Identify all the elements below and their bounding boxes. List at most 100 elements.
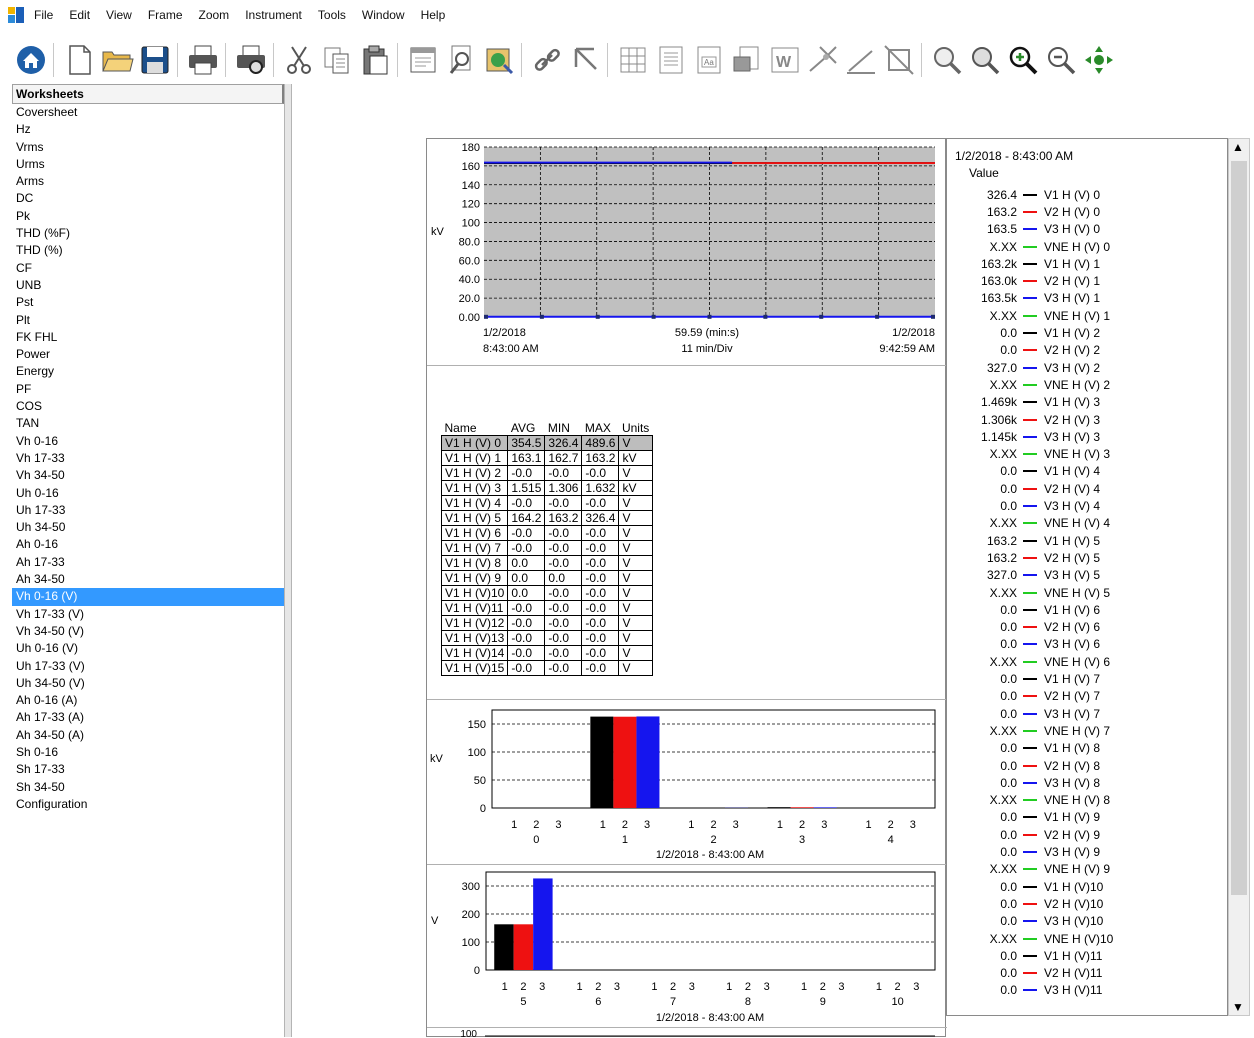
panel-splitter[interactable] <box>284 84 292 1037</box>
legend-row[interactable]: X.XXVNE H (V)10 <box>947 930 1113 947</box>
worksheet-item[interactable]: TAN <box>12 415 284 432</box>
table-row[interactable]: V1 H (V) 4-0.0-0.0-0.0V <box>442 496 653 511</box>
legend-row[interactable]: 0.0V1 H (V) 2 <box>947 324 1100 341</box>
table-icon[interactable] <box>614 40 652 80</box>
legend-row[interactable]: 0.0V1 H (V)10 <box>947 878 1103 895</box>
column-header[interactable]: MAX <box>582 420 619 436</box>
menu-tools[interactable]: Tools <box>318 8 346 22</box>
worksheet-item[interactable]: THD (%F) <box>12 225 284 242</box>
legend-row[interactable]: X.XXVNE H (V) 0 <box>947 238 1110 255</box>
menu-instrument[interactable]: Instrument <box>245 8 302 22</box>
legend-row[interactable]: 326.4V1 H (V) 0 <box>947 186 1100 203</box>
worksheet-item[interactable]: Uh 17-33 <box>12 502 284 519</box>
legend-row[interactable]: X.XXVNE H (V) 9 <box>947 861 1110 878</box>
worksheet-item[interactable]: Ah 0-16 (A) <box>12 692 284 709</box>
worksheet-item[interactable]: DC <box>12 190 284 207</box>
table-row[interactable]: V1 H (V) 31.5151.3061.632kV <box>442 481 653 496</box>
menu-frame[interactable]: Frame <box>148 8 183 22</box>
zoom-out-icon[interactable] <box>1042 40 1080 80</box>
text-icon[interactable]: Aa <box>690 40 728 80</box>
menu-zoom[interactable]: Zoom <box>199 8 230 22</box>
worksheet-item[interactable]: FK FHL <box>12 329 284 346</box>
worksheet-item[interactable]: Sh 34-50 <box>12 779 284 796</box>
worksheet-item[interactable]: CF <box>12 260 284 277</box>
legend-row[interactable]: 0.0V2 H (V) 4 <box>947 480 1100 497</box>
table-row[interactable]: V1 H (V)15-0.0-0.0-0.0V <box>442 661 653 676</box>
legend-row[interactable]: 163.5kV3 H (V) 1 <box>947 290 1100 307</box>
worksheet-item[interactable]: Coversheet <box>12 104 284 121</box>
image-icon[interactable] <box>480 40 518 80</box>
line-tool-icon[interactable] <box>842 40 880 80</box>
worksheet-item[interactable]: Ah 0-16 <box>12 536 284 553</box>
find-icon[interactable] <box>442 40 480 80</box>
print-icon[interactable] <box>184 40 222 80</box>
legend-row[interactable]: 0.0V1 H (V) 9 <box>947 809 1100 826</box>
worksheet-item[interactable]: Uh 34-50 <box>12 519 284 536</box>
legend-row[interactable]: 0.0V3 H (V) 4 <box>947 497 1100 514</box>
legend-row[interactable]: 0.0V2 H (V)10 <box>947 895 1103 912</box>
worksheet-item[interactable]: Power <box>12 346 284 363</box>
table-row[interactable]: V1 H (V) 6-0.0-0.0-0.0V <box>442 526 653 541</box>
legend-row[interactable]: 0.0V2 H (V) 8 <box>947 757 1100 774</box>
menu-help[interactable]: Help <box>421 8 446 22</box>
legend-row[interactable]: 0.0V3 H (V) 8 <box>947 774 1100 791</box>
table-row[interactable]: V1 H (V) 5164.2163.2326.4V <box>442 511 653 526</box>
worksheet-item[interactable]: Urms <box>12 156 284 173</box>
table-row[interactable]: V1 H (V)14-0.0-0.0-0.0V <box>442 646 653 661</box>
worksheet-item[interactable]: Energy <box>12 363 284 380</box>
legend-row[interactable]: 1.145kV3 H (V) 3 <box>947 428 1100 445</box>
marker-icon[interactable] <box>804 40 842 80</box>
legend-row[interactable]: 0.0V1 H (V) 6 <box>947 601 1100 618</box>
table-row[interactable]: V1 H (V) 7-0.0-0.0-0.0V <box>442 541 653 556</box>
legend-row[interactable]: X.XXVNE H (V) 6 <box>947 653 1110 670</box>
legend-row[interactable]: 0.0V2 H (V)11 <box>947 965 1102 982</box>
legend-row[interactable]: 0.0V3 H (V) 9 <box>947 843 1100 860</box>
legend-row[interactable]: 1.306kV2 H (V) 3 <box>947 411 1100 428</box>
worksheet-item[interactable]: Ah 17-33 <box>12 554 284 571</box>
worksheet-item[interactable]: Uh 34-50 (V) <box>12 675 284 692</box>
pointer-icon[interactable] <box>566 40 604 80</box>
legend-row[interactable]: 0.0V2 H (V) 9 <box>947 826 1100 843</box>
worksheet-item[interactable]: Uh 0-16 (V) <box>12 640 284 657</box>
table-row[interactable]: V1 H (V) 2-0.0-0.0-0.0V <box>442 466 653 481</box>
legend-row[interactable]: 0.0V3 H (V) 6 <box>947 636 1100 653</box>
properties-icon[interactable] <box>404 40 442 80</box>
new-file-icon[interactable] <box>60 40 98 80</box>
report-icon[interactable] <box>652 40 690 80</box>
legend-row[interactable]: 0.0V1 H (V) 8 <box>947 740 1100 757</box>
legend-row[interactable]: X.XXVNE H (V) 2 <box>947 376 1110 393</box>
legend-row[interactable]: 1.469kV1 H (V) 3 <box>947 394 1100 411</box>
worksheet-item[interactable]: Uh 0-16 <box>12 485 284 502</box>
table-row[interactable]: V1 H (V) 80.0-0.0-0.0V <box>442 556 653 571</box>
link-icon[interactable] <box>528 40 566 80</box>
worksheet-item[interactable]: Uh 17-33 (V) <box>12 658 284 675</box>
legend-row[interactable]: X.XXVNE H (V) 5 <box>947 584 1110 601</box>
word-icon[interactable]: W <box>766 40 804 80</box>
open-folder-icon[interactable] <box>98 40 136 80</box>
worksheet-item[interactable]: Sh 17-33 <box>12 761 284 778</box>
legend-row[interactable]: 0.0V1 H (V)11 <box>947 947 1102 964</box>
worksheet-item[interactable]: Vh 0-16 (V) <box>12 588 284 605</box>
column-header[interactable]: Units <box>619 420 652 436</box>
table-row[interactable]: V1 H (V) 0354.5326.4489.6V <box>442 436 653 451</box>
crop-icon[interactable] <box>880 40 918 80</box>
legend-row[interactable]: 0.0V2 H (V) 2 <box>947 342 1100 359</box>
legend-row[interactable]: 327.0V3 H (V) 2 <box>947 359 1100 376</box>
legend-row[interactable]: 0.0V1 H (V) 4 <box>947 463 1100 480</box>
legend-row[interactable]: 163.2V2 H (V) 5 <box>947 549 1100 566</box>
zoom-in-icon[interactable] <box>1004 40 1042 80</box>
column-header[interactable]: AVG <box>508 420 545 436</box>
worksheet-item[interactable]: Pst <box>12 294 284 311</box>
worksheet-item[interactable]: Ah 17-33 (A) <box>12 709 284 726</box>
menu-window[interactable]: Window <box>362 8 405 22</box>
table-row[interactable]: V1 H (V)100.0-0.0-0.0V <box>442 586 653 601</box>
zoom-area-icon[interactable] <box>928 40 966 80</box>
menu-file[interactable]: File <box>34 8 53 22</box>
worksheet-item[interactable]: Vh 34-50 (V) <box>12 623 284 640</box>
worksheet-item[interactable]: Hz <box>12 121 284 138</box>
worksheet-item[interactable]: Ah 34-50 (A) <box>12 727 284 744</box>
legend-row[interactable]: 0.0V2 H (V) 7 <box>947 688 1100 705</box>
legend-row[interactable]: 163.0kV2 H (V) 1 <box>947 273 1100 290</box>
worksheet-item[interactable]: Vh 17-33 <box>12 450 284 467</box>
export-icon[interactable] <box>728 40 766 80</box>
